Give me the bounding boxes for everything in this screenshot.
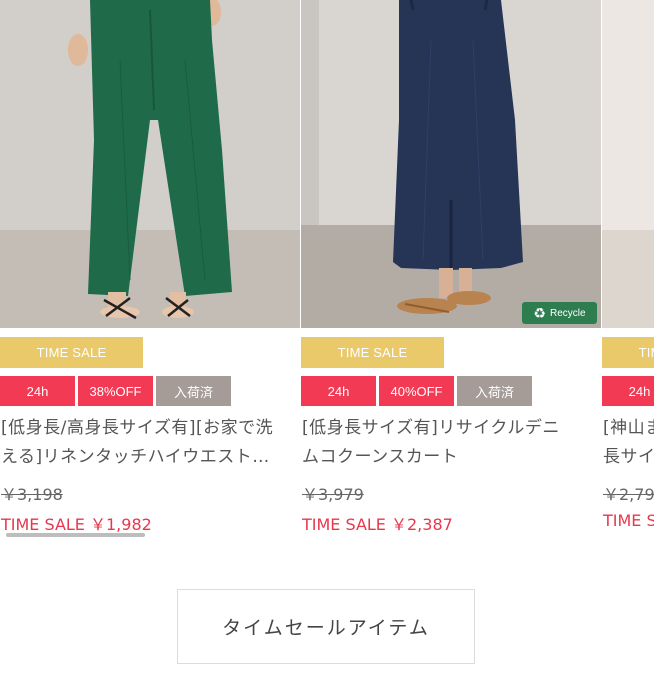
product-name-line: [低身長サイズ有]リサイクルデニ <box>302 418 560 438</box>
tag-24h: 24h <box>301 376 376 406</box>
time-sale-banner: TIME SALE <box>602 337 654 368</box>
product-name-line: える]リネンタッチハイウエスト… <box>1 447 270 467</box>
tag-in-stock: 入荷済 <box>457 376 532 406</box>
original-price: ￥2,79 <box>603 485 654 504</box>
product-name-link[interactable]: [低身長サイズ有]リサイクルデニ ムコクーンスカート <box>302 414 594 472</box>
tag-24h: 24h <box>602 376 654 406</box>
product-card[interactable]: ♻ Recycle TIME SALE 24h 40%OFF 入荷済 [低身長サ… <box>301 0 601 534</box>
tag-discount: 40%OFF <box>379 376 454 406</box>
sale-price: TIME SALE ￥1,982 <box>1 515 152 534</box>
time-sale-banner: TIME SALE <box>301 337 444 368</box>
tag-24h: 24h <box>0 376 75 406</box>
product-name-line: ムコクーンスカート <box>302 447 459 467</box>
tag-row: 24h <box>602 376 654 406</box>
tag-row: 24h 38%OFF 入荷済 <box>0 376 231 406</box>
product-card[interactable]: TIME SALE 24h 38%OFF 入荷済 [低身長/高身長サイズ有][お… <box>0 0 300 534</box>
product-name-link[interactable]: [低身長/高身長サイズ有][お家で洗 える]リネンタッチハイウエスト… <box>1 414 293 472</box>
sale-price: TIME S <box>603 511 654 530</box>
product-image[interactable] <box>602 0 654 328</box>
recycle-badge: ♻ Recycle <box>522 302 597 324</box>
original-price: ￥3,198 <box>1 485 63 504</box>
product-name-line: [低身長/高身長サイズ有][お家で洗 <box>1 418 274 438</box>
recycle-icon: ♻ <box>533 305 546 321</box>
product-card[interactable]: TIME SALE 24h [神山ま 長サイ ￥2,79 TIME S <box>602 0 654 530</box>
product-name-line: 長サイ <box>603 447 654 467</box>
product-name-link[interactable]: [神山ま 長サイ <box>603 414 654 472</box>
product-image[interactable]: ♻ Recycle <box>301 0 601 328</box>
time-sale-items-button[interactable]: タイムセールアイテム <box>177 589 475 664</box>
recycle-badge-label: Recycle <box>549 307 586 319</box>
product-carousel[interactable]: TIME SALE 24h 38%OFF 入荷済 [低身長/高身長サイズ有][お… <box>0 0 654 560</box>
tag-in-stock: 入荷済 <box>156 376 231 406</box>
carousel-scrollbar[interactable] <box>6 533 145 537</box>
product-image[interactable] <box>0 0 300 328</box>
tag-discount: 38%OFF <box>78 376 153 406</box>
time-sale-banner: TIME SALE <box>0 337 143 368</box>
original-price: ￥3,979 <box>302 485 364 504</box>
product-name-line: [神山ま <box>603 418 654 438</box>
sale-price: TIME SALE ￥2,387 <box>302 515 453 534</box>
tag-row: 24h 40%OFF 入荷済 <box>301 376 532 406</box>
